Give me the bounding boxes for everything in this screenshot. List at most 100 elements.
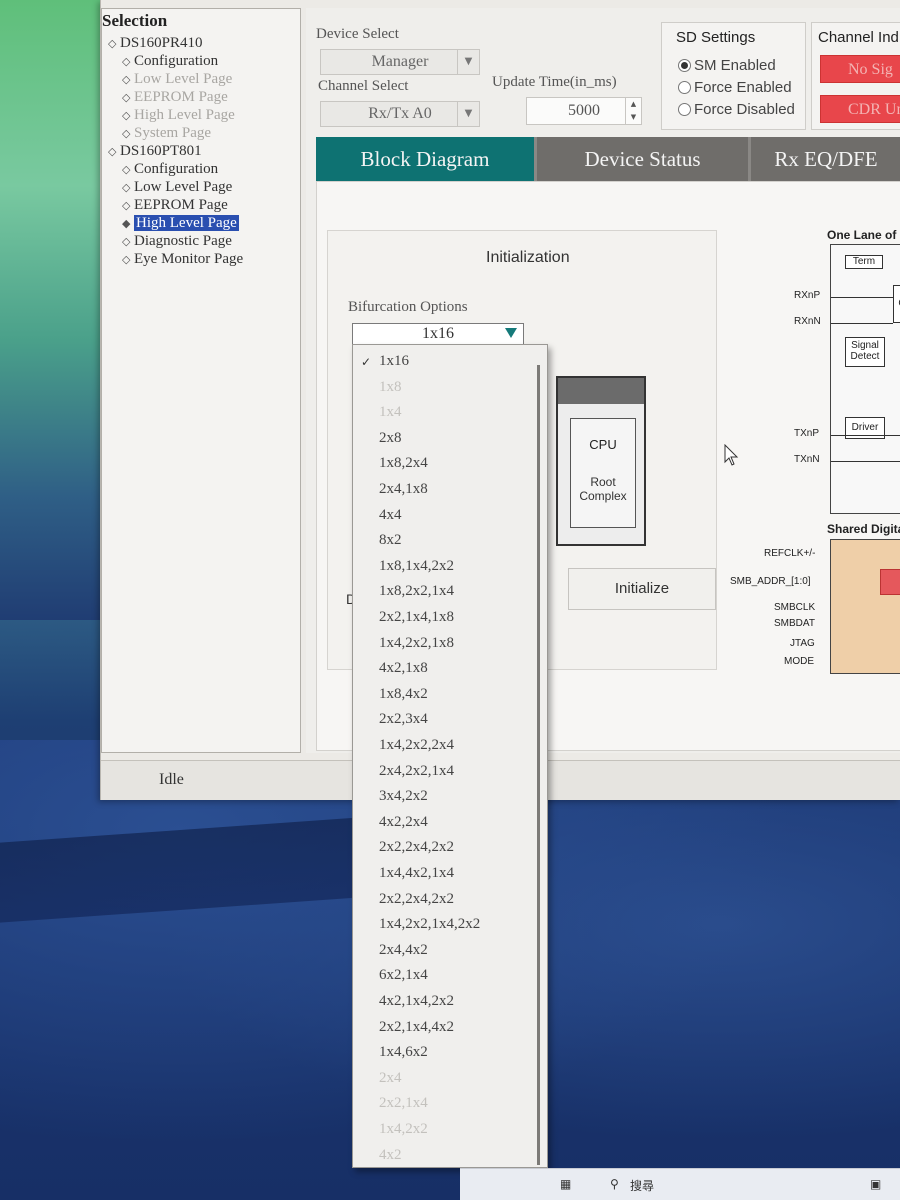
dropdown-option[interactable]: 4x2,2x4 [379, 814, 428, 831]
radio-sm-enabled[interactable]: SM Enabled [678, 57, 776, 74]
dropdown-option[interactable]: 4x2,1x4,2x2 [379, 993, 454, 1010]
bifurcation-combo[interactable]: 1x16 [352, 323, 524, 345]
lane-title: One Lane of [827, 228, 897, 242]
tree-node[interactable]: ◇ DS160PT801 [108, 143, 202, 160]
dropdown-option[interactable]: 1x4,2x2,1x4,2x2 [379, 916, 480, 933]
dropdown-option[interactable]: 6x2,1x4 [379, 967, 428, 984]
tab-bar: Block Diagram Device Status Rx EQ/DFE [316, 137, 900, 181]
dropdown-option[interactable]: 1x4,6x2 [379, 1044, 428, 1061]
dropdown-option: 2x2,1x4 [379, 1095, 428, 1112]
dropdown-option[interactable]: 1x8,2x2,1x4 [379, 583, 454, 600]
tree-node[interactable]: ◇ DS160PR410 [108, 35, 203, 52]
tree-node[interactable]: ◇ System Page [122, 125, 211, 142]
dropdown-option[interactable]: 2x2,2x4,2x2 [379, 891, 454, 908]
channel-select-combo[interactable]: Rx/Tx A0 ▼ [320, 101, 480, 127]
tree-node[interactable]: ◇ EEPROM Page [122, 89, 228, 106]
dropdown-option[interactable]: 1x8,4x2 [379, 686, 428, 703]
device-select-value: Manager [371, 53, 429, 70]
dropdown-option[interactable]: 1x4,2x2,1x8 [379, 635, 454, 652]
windows-start-icon[interactable]: ▦ [560, 1177, 571, 1191]
dropdown-option: 1x4,2x2 [379, 1121, 428, 1137]
pin-smbclk: SMBCLK [774, 602, 816, 613]
dropdown-option[interactable]: 2x2,3x4 [379, 711, 428, 728]
device-select-combo[interactable]: Manager ▼ [320, 49, 480, 75]
tree-node[interactable]: ◆ High Level Page [122, 215, 239, 232]
radio-force-disabled[interactable]: Force Disabled [678, 101, 795, 118]
signal-detect-block: Signal Detect [845, 337, 885, 367]
tree-node[interactable]: ◇ Eye Monitor Page [122, 251, 243, 268]
bifurcation-dropdown-list[interactable]: ✓ 1x16 1x8 1x4 2x8 1x8,2x4 2x4,1x8 4x4 8x2 1x8,1x… [352, 344, 548, 1168]
pin-rxnn: RXnN [794, 316, 821, 327]
pin-txnn: TXnN [794, 454, 820, 465]
tab-rx-eq-dfe[interactable]: Rx EQ/DFE [751, 137, 900, 181]
dropdown-option: 1x8 [379, 378, 402, 395]
diamond-filled-icon: ◆ [122, 217, 131, 230]
dropdown-option[interactable]: 2x4,4x2 [379, 942, 428, 959]
tree-node[interactable]: ◇ High Level Page [122, 107, 235, 124]
dropdown-option[interactable]: 2x2,1x4,4x2 [379, 1019, 454, 1036]
diamond-icon: ◇ [122, 235, 131, 248]
dropdown-option[interactable]: 4x2,1x8 [379, 660, 428, 677]
dropdown-option[interactable]: 2x4,1x8 [379, 481, 428, 498]
cpu-block: CPU Root Complex [556, 376, 646, 546]
update-time-spinbox[interactable]: 5000 ▲ ▼ [526, 97, 642, 125]
wallpaper-aurora [0, 0, 110, 620]
app-icon[interactable]: ▣ [870, 1177, 881, 1191]
dropdown-option[interactable]: 8x2 [379, 532, 402, 549]
update-time-label: Update Time(in_ms) [492, 74, 617, 90]
initialize-button[interactable]: Initialize [568, 568, 716, 610]
tree-node[interactable]: ◇ Configuration [122, 53, 218, 70]
root-complex-block: CPU Root Complex [570, 418, 636, 528]
diamond-icon: ◇ [122, 199, 131, 212]
dropdown-option: 1x4 [379, 404, 402, 421]
shared-logic-block [880, 569, 900, 595]
chevron-down-icon: ▼ [457, 102, 479, 126]
dropdown-option[interactable]: 1x4,4x2,1x4 [379, 865, 454, 882]
rx-line [831, 323, 893, 324]
dropdown-option[interactable]: 4x4 [379, 507, 402, 524]
bifurcation-value: 1x16 [422, 325, 454, 342]
diamond-icon: ◇ [122, 163, 131, 176]
pin-smb-addr: SMB_ADDR_[1:0] [730, 576, 811, 587]
dropdown-option[interactable]: 1x8,2x4 [379, 455, 428, 472]
diamond-icon: ◇ [122, 109, 131, 122]
dropdown-option[interactable]: 2x4,2x2,1x4 [379, 763, 454, 780]
diamond-icon: ◇ [122, 127, 131, 140]
tx-line [831, 435, 900, 436]
search-icon[interactable]: ⚲ [610, 1177, 619, 1191]
cpu-label: CPU [589, 437, 617, 452]
selection-tree: Selection ◇ DS160PR410 ◇ Configuration ◇ Low … [101, 8, 301, 753]
taskbar-search-text[interactable]: 搜尋 [630, 1177, 654, 1194]
tree-node[interactable]: ◇ EEPROM Page [122, 197, 228, 214]
status-text: Idle [159, 771, 184, 788]
pin-mode: MODE [784, 656, 814, 667]
device-select-label: Device Select [316, 26, 399, 42]
dropdown-option[interactable]: 1x16 [379, 353, 409, 370]
tree-node[interactable]: ◇ Low Level Page [122, 71, 232, 88]
dropdown-option[interactable]: 1x4,2x2,2x4 [379, 737, 454, 754]
tab-block-diagram[interactable]: Block Diagram [316, 137, 534, 181]
diamond-icon: ◇ [122, 181, 131, 194]
sd-settings-title: SD Settings [676, 29, 756, 46]
dropdown-option[interactable]: 3x4,2x2 [379, 788, 428, 805]
dropdown-option: 2x4 [379, 1069, 402, 1086]
cpu-title-bar [558, 378, 644, 404]
dropdown-option[interactable]: 2x2,1x4,1x8 [379, 609, 454, 626]
tab-device-status[interactable]: Device Status [537, 137, 748, 181]
bifurcation-label: Bifurcation Options [348, 299, 468, 315]
checkmark-icon: ✓ [361, 355, 372, 369]
radio-selected-icon [678, 59, 691, 72]
dropdown-option[interactable]: 2x2,2x4,2x2 [379, 839, 454, 856]
dropdown-arrow-icon[interactable] [505, 328, 517, 338]
dropdown-option[interactable]: 1x8,1x4,2x2 [379, 558, 454, 575]
root-complex-label: Root Complex [579, 475, 627, 503]
radio-force-enabled[interactable]: Force Enabled [678, 79, 792, 96]
tx-line [831, 461, 900, 462]
diamond-icon: ◇ [122, 91, 131, 104]
spin-arrows-icon[interactable]: ▲ ▼ [625, 98, 641, 124]
tree-node[interactable]: ◇ Diagnostic Page [122, 233, 232, 250]
dropdown-option[interactable]: 2x8 [379, 430, 402, 447]
tree-node[interactable]: ◇ Configuration [122, 161, 218, 178]
dropdown-scrollbar[interactable] [537, 365, 540, 1165]
tree-node[interactable]: ◇ Low Level Page [122, 179, 232, 196]
